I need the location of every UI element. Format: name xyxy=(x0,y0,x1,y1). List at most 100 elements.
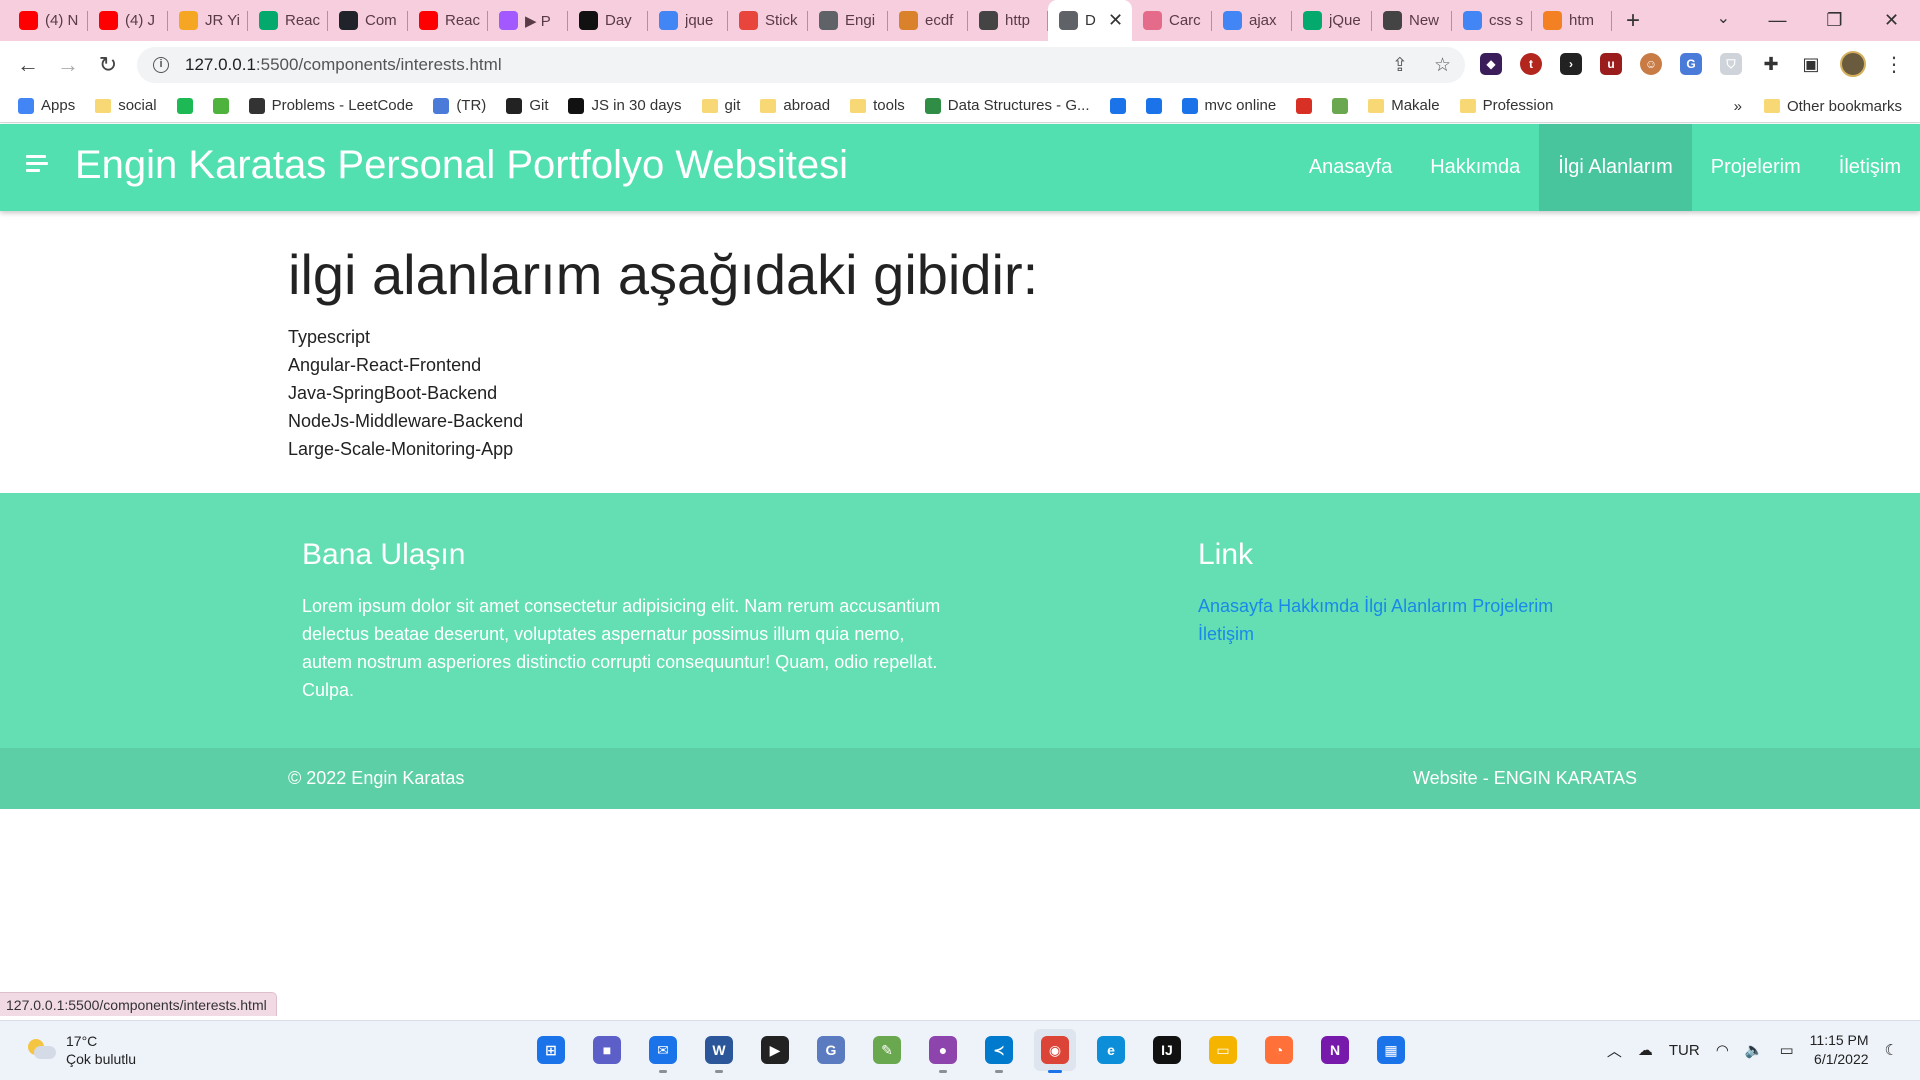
nav-link-1[interactable]: Hakkımda xyxy=(1411,124,1539,211)
browser-tab[interactable]: jQue xyxy=(1292,0,1372,41)
browser-tab[interactable]: D ✕ xyxy=(1048,0,1132,41)
hamburger-menu-icon[interactable] xyxy=(26,155,48,176)
bookmark-item[interactable]: (TR) xyxy=(433,97,486,114)
taskbar-app[interactable]: N xyxy=(1314,1029,1356,1071)
footer-link[interactable]: Projelerim xyxy=(1472,596,1553,616)
taskbar-app[interactable]: ✉ xyxy=(642,1029,684,1073)
bookmark-item[interactable]: Apps xyxy=(18,97,75,114)
browser-tab[interactable]: Day xyxy=(568,0,648,41)
taskbar-app[interactable]: ◉ xyxy=(1034,1029,1076,1073)
nav-link-4[interactable]: İletişim xyxy=(1820,124,1920,211)
bookmark-item[interactable] xyxy=(176,97,193,114)
browser-tab[interactable]: Com xyxy=(328,0,408,41)
notifications-icon[interactable]: ☾ xyxy=(1885,1041,1898,1059)
browser-tab[interactable]: Reac xyxy=(248,0,328,41)
browser-tab[interactable]: Stick xyxy=(728,0,808,41)
site-brand[interactable]: Engin Karatas Personal Portfolyo Website… xyxy=(75,143,848,188)
share-icon[interactable]: ⇪ xyxy=(1392,54,1408,77)
browser-tab[interactable]: jque xyxy=(648,0,728,41)
browser-tab[interactable]: css s xyxy=(1452,0,1532,41)
bookmark-item[interactable]: social xyxy=(95,97,157,114)
taskbar-app[interactable]: G xyxy=(810,1029,852,1071)
onedrive-icon[interactable]: ☁ xyxy=(1638,1041,1653,1059)
shield-icon[interactable]: ⛉ xyxy=(1720,53,1742,75)
clock[interactable]: 11:15 PM 6/1/2022 xyxy=(1810,1031,1869,1069)
footer-link[interactable]: İlgi Alanlarım xyxy=(1364,596,1467,616)
browser-tab[interactable]: ▶ P xyxy=(488,0,568,41)
taskbar-app[interactable]: ▦ xyxy=(1370,1029,1412,1071)
language-indicator[interactable]: TUR xyxy=(1669,1042,1700,1059)
bookmark-item[interactable]: Problems - LeetCode xyxy=(248,97,413,114)
bookmark-item[interactable]: Makale xyxy=(1368,97,1440,114)
bookmark-item[interactable] xyxy=(1296,97,1313,114)
extension-icon-3[interactable]: › xyxy=(1560,53,1582,75)
browser-tab[interactable]: (4) J xyxy=(88,0,168,41)
browser-tab[interactable]: ecdf xyxy=(888,0,968,41)
browser-tab[interactable]: (4) N xyxy=(8,0,88,41)
side-panel-icon[interactable]: ▣ xyxy=(1800,53,1822,75)
browser-tab[interactable]: Reac xyxy=(408,0,488,41)
taskbar-app[interactable]: ▶ xyxy=(754,1029,796,1071)
browser-tab[interactable]: New xyxy=(1372,0,1452,41)
taskbar-app[interactable]: ◔ xyxy=(1258,1029,1300,1071)
taskbar-app[interactable]: IJ xyxy=(1146,1029,1188,1071)
site-info-icon[interactable]: i xyxy=(153,57,169,73)
browser-tab[interactable]: htm xyxy=(1532,0,1612,41)
nav-link-0[interactable]: Anasayfa xyxy=(1290,124,1411,211)
bookmark-item[interactable]: Profession xyxy=(1459,97,1553,114)
weather-widget[interactable]: 17°C Çok bulutlu xyxy=(26,1032,136,1068)
footer-link[interactable]: İletişim xyxy=(1198,624,1254,644)
more-menu-icon[interactable]: ⋮ xyxy=(1884,52,1904,77)
taskbar-app[interactable]: ● xyxy=(922,1029,964,1073)
taskbar-app[interactable]: ▭ xyxy=(1202,1029,1244,1071)
bookmark-item[interactable]: Git xyxy=(506,97,548,114)
tray-overflow-icon[interactable]: ︿ xyxy=(1607,1040,1622,1061)
taskbar-app[interactable]: W xyxy=(698,1029,740,1073)
tab-search-icon[interactable]: ⌄ xyxy=(1717,8,1730,28)
browser-tab[interactable]: Engi xyxy=(808,0,888,41)
bookmark-star-icon[interactable]: ☆ xyxy=(1434,54,1451,77)
bookmark-item[interactable] xyxy=(1332,97,1349,114)
taskbar-app[interactable]: ✎ xyxy=(866,1029,908,1071)
close-window-icon[interactable]: ✕ xyxy=(1863,10,1920,31)
bookmark-item[interactable] xyxy=(212,97,229,114)
forward-icon[interactable]: → xyxy=(48,52,88,78)
minimize-icon[interactable]: — xyxy=(1749,10,1806,31)
bookmark-item[interactable]: Data Structures - G... xyxy=(924,97,1090,114)
nav-link-2[interactable]: İlgi Alanlarım xyxy=(1539,124,1692,211)
taskbar-app[interactable]: ⊞ xyxy=(530,1029,572,1071)
bookmark-item[interactable] xyxy=(1145,97,1162,114)
other-bookmarks[interactable]: Other bookmarks xyxy=(1763,98,1902,115)
bookmark-item[interactable]: mvc online xyxy=(1181,97,1276,114)
bookmark-item[interactable]: JS in 30 days xyxy=(568,97,682,114)
footer-link[interactable]: Anasayfa xyxy=(1198,596,1273,616)
nav-link-3[interactable]: Projelerim xyxy=(1692,124,1820,211)
close-tab-icon[interactable]: ✕ xyxy=(1108,10,1123,31)
battery-icon[interactable]: ▭ xyxy=(1779,1041,1793,1059)
bookmarks-overflow-icon[interactable]: » xyxy=(1734,98,1742,115)
browser-tab[interactable]: ajax xyxy=(1212,0,1292,41)
wifi-icon[interactable]: ◠ xyxy=(1716,1041,1729,1059)
browser-tab[interactable]: http xyxy=(968,0,1048,41)
back-icon[interactable]: ← xyxy=(8,52,48,78)
bookmark-item[interactable]: tools xyxy=(850,97,905,114)
ublock-icon[interactable]: u xyxy=(1600,53,1622,75)
url-text[interactable]: 127.0.0.1:5500/components/interests.html xyxy=(185,55,502,75)
taskbar-app[interactable]: e xyxy=(1090,1029,1132,1071)
extension-icon-1[interactable]: ◆ xyxy=(1480,53,1502,75)
translate-extension-icon[interactable]: G xyxy=(1680,53,1702,75)
bookmark-item[interactable]: abroad xyxy=(760,97,830,114)
volume-muted-icon[interactable]: 🔈 xyxy=(1745,1041,1764,1059)
extension-icon-2[interactable]: t xyxy=(1520,53,1542,75)
bookmark-item[interactable] xyxy=(1109,97,1126,114)
taskbar-app[interactable]: ■ xyxy=(586,1029,628,1071)
reload-icon[interactable]: ↻ xyxy=(88,52,128,78)
extensions-puzzle-icon[interactable]: ✚ xyxy=(1760,53,1782,75)
new-tab-icon[interactable]: + xyxy=(1626,7,1640,35)
browser-tab[interactable]: Carc xyxy=(1132,0,1212,41)
browser-tab[interactable]: JR Yi xyxy=(168,0,248,41)
restore-icon[interactable]: ❐ xyxy=(1806,10,1863,31)
footer-link[interactable]: Hakkımda xyxy=(1278,596,1359,616)
bookmark-item[interactable]: git xyxy=(701,97,740,114)
extension-icon-5[interactable]: ☺ xyxy=(1640,53,1662,75)
